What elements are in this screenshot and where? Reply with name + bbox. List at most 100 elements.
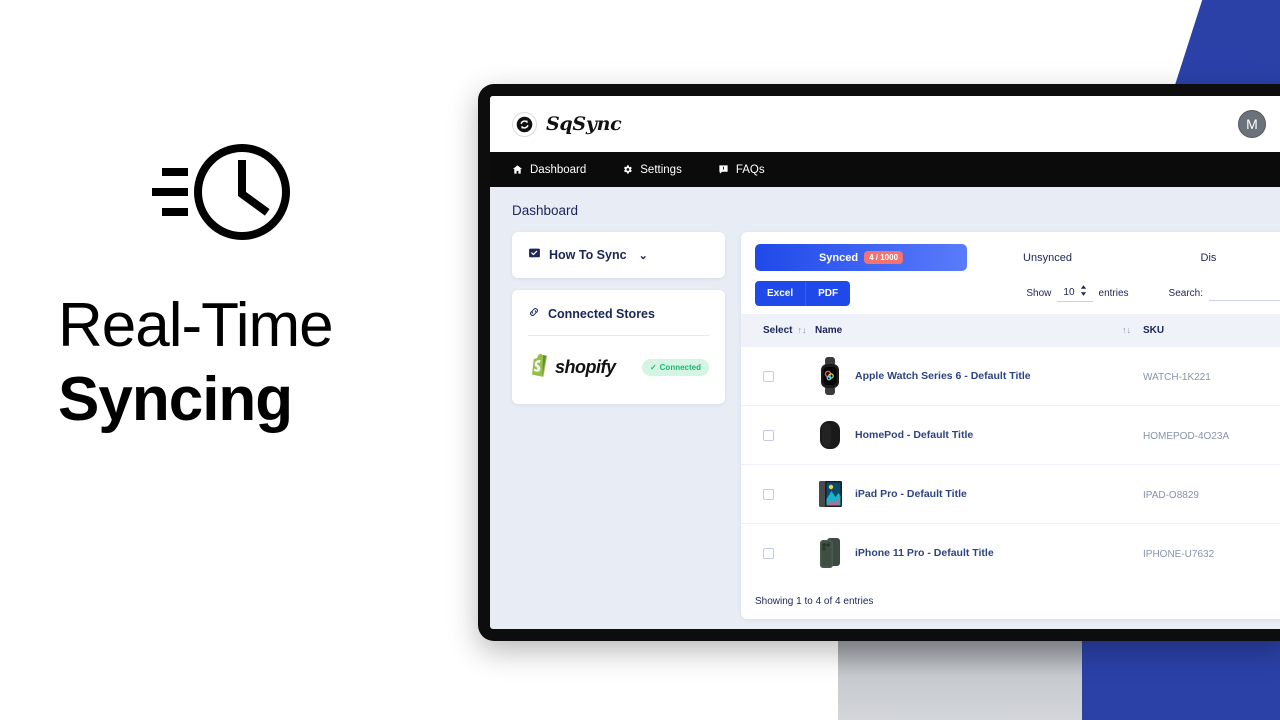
row-select-cell bbox=[741, 524, 815, 583]
sort-icon: ↑↓ bbox=[797, 325, 807, 335]
stepper-icon bbox=[1080, 285, 1087, 299]
shopify-bag-icon bbox=[528, 352, 550, 382]
row-checkbox[interactable] bbox=[763, 429, 774, 441]
link-icon bbox=[528, 306, 540, 321]
table-row[interactable]: HomePod - Default Title HOMEPOD-4O23A bbox=[741, 405, 1280, 465]
row-select-cell bbox=[741, 347, 815, 406]
connected-stores-title: Connected Stores bbox=[528, 306, 709, 321]
column-header-sku-label: SKU bbox=[1143, 325, 1165, 336]
table-row[interactable]: iPad Pro - Default Title IPAD-O8829 bbox=[741, 464, 1280, 524]
homepod-thumb bbox=[815, 416, 845, 454]
products-table: Select ↑↓ Name ↑↓ SKU Apple Watch Series… bbox=[741, 314, 1280, 582]
page-title: Dashboard bbox=[512, 203, 579, 218]
status-badge: ✓ Connected bbox=[641, 358, 709, 376]
entries-select-value: 10 bbox=[1063, 286, 1075, 298]
row-sku-cell: IPHONE-U7632 bbox=[1143, 524, 1280, 583]
screen: SqSync M Dashboard Settings FAQs Dashboa… bbox=[490, 96, 1280, 629]
export-pdf-button[interactable]: PDF bbox=[805, 281, 851, 306]
row-select-cell bbox=[741, 405, 815, 465]
check-icon: ✓ bbox=[649, 362, 657, 372]
nav-item-settings-label: Settings bbox=[640, 163, 682, 176]
poster-canvas: Real-Time Syncing SqSync M Dashboard Set… bbox=[0, 0, 1280, 720]
dashboard-content: Dashboard How To Sync ⌄ Connected Stores… bbox=[490, 187, 1280, 629]
show-label: Show bbox=[1026, 288, 1052, 299]
product-name: HomePod - Default Title bbox=[855, 429, 974, 441]
chevron-down-icon[interactable]: ⌄ bbox=[639, 249, 648, 262]
monitor-stand bbox=[838, 641, 1082, 720]
table-toolbar: Excel PDF Show 10 entries Search: bbox=[741, 271, 1280, 314]
column-header-name[interactable]: Name ↑↓ bbox=[815, 314, 1143, 347]
row-sku-cell: IPAD-O8829 bbox=[1143, 464, 1280, 524]
product-sku: WATCH-1K221 bbox=[1143, 372, 1211, 383]
search-label: Search: bbox=[1168, 288, 1203, 299]
nav-item-settings[interactable]: Settings bbox=[622, 164, 682, 176]
checkbox-check-icon bbox=[528, 247, 541, 263]
row-sku-cell: HOMEPOD-4O23A bbox=[1143, 405, 1280, 465]
export-buttons: Excel PDF bbox=[755, 281, 851, 306]
hero-title-line1: Real-Time bbox=[58, 291, 334, 360]
hero-title: Real-Time Syncing bbox=[58, 295, 458, 431]
tab-disabled[interactable]: Dis bbox=[1128, 245, 1280, 271]
export-excel-button[interactable]: Excel bbox=[755, 281, 806, 306]
tab-synced-count: 4 / 1000 bbox=[864, 251, 904, 264]
connected-stores-label: Connected Stores bbox=[548, 306, 655, 321]
connected-stores-card: Connected Stores shopify ✓ Connected bbox=[512, 290, 725, 404]
main-nav: Dashboard Settings FAQs bbox=[490, 152, 1280, 187]
avatar[interactable]: M bbox=[1238, 110, 1266, 138]
row-checkbox[interactable] bbox=[763, 370, 774, 382]
row-name-cell: iPhone 11 Pro - Default Title bbox=[815, 524, 1143, 583]
product-sku: IPAD-O8829 bbox=[1143, 490, 1199, 501]
products-column: Synced 4 / 1000 Unsynced Dis Excel PDF S… bbox=[741, 232, 1280, 619]
table-row[interactable]: iPhone 11 Pro - Default Title IPHONE-U76… bbox=[741, 524, 1280, 583]
table-header-row: Select ↑↓ Name ↑↓ SKU bbox=[741, 314, 1280, 347]
how-to-sync-card[interactable]: How To Sync ⌄ bbox=[512, 232, 725, 278]
speech-bubble-icon bbox=[718, 164, 729, 175]
brand-logo[interactable]: SqSync bbox=[512, 111, 622, 137]
nav-item-dashboard[interactable]: Dashboard bbox=[512, 164, 586, 176]
apple-watch-thumb bbox=[815, 357, 845, 395]
product-sku: HOMEPOD-4O23A bbox=[1143, 431, 1230, 442]
row-select-cell bbox=[741, 464, 815, 524]
nav-item-faqs-label: FAQs bbox=[735, 163, 765, 176]
fast-clock-icon bbox=[148, 140, 298, 244]
table-footer-info: Showing 1 to 4 of 4 entries bbox=[755, 596, 874, 607]
search-input[interactable] bbox=[1209, 286, 1280, 301]
row-checkbox[interactable] bbox=[763, 547, 774, 559]
monitor-bezel: SqSync M Dashboard Settings FAQs Dashboa… bbox=[478, 84, 1280, 641]
how-to-sync-title: How To Sync ⌄ bbox=[528, 247, 709, 263]
tab-synced-label: Synced bbox=[818, 251, 859, 264]
hero-title-line2: Syncing bbox=[58, 365, 293, 434]
table-row[interactable]: Apple Watch Series 6 - Default Title WAT… bbox=[741, 347, 1280, 406]
entries-select[interactable]: 10 bbox=[1057, 285, 1093, 302]
row-checkbox[interactable] bbox=[763, 488, 774, 500]
how-to-sync-label: How To Sync bbox=[549, 248, 627, 262]
tab-synced[interactable]: Synced 4 / 1000 bbox=[755, 244, 967, 271]
product-name: iPhone 11 Pro - Default Title bbox=[855, 547, 994, 559]
status-badge-label: Connected bbox=[659, 362, 701, 372]
home-icon bbox=[512, 164, 523, 175]
sort-icon: ↑↓ bbox=[1122, 325, 1131, 335]
product-name: Apple Watch Series 6 - Default Title bbox=[855, 370, 1031, 382]
avatar-initial: M bbox=[1246, 116, 1258, 132]
column-header-select[interactable]: Select ↑↓ bbox=[741, 314, 815, 347]
column-header-sku[interactable]: SKU bbox=[1143, 314, 1280, 347]
product-name: iPad Pro - Default Title bbox=[855, 488, 967, 500]
entries-label: entries bbox=[1098, 288, 1129, 299]
row-sku-cell: WATCH-1K221 bbox=[1143, 347, 1280, 406]
column-header-select-label: Select bbox=[763, 325, 793, 336]
nav-item-faqs[interactable]: FAQs bbox=[718, 164, 765, 176]
row-name-cell: Apple Watch Series 6 - Default Title bbox=[815, 347, 1143, 406]
sidebar-column: How To Sync ⌄ Connected Stores shopify ✓… bbox=[512, 232, 725, 619]
hero-panel: Real-Time Syncing bbox=[0, 0, 470, 720]
tab-unsynced[interactable]: Unsynced bbox=[967, 245, 1128, 271]
nav-item-dashboard-label: Dashboard bbox=[530, 163, 587, 176]
shopify-brand: shopify bbox=[528, 352, 616, 382]
search-control: Search: bbox=[1168, 286, 1280, 301]
gear-icon bbox=[622, 164, 633, 175]
app-header: SqSync M bbox=[490, 96, 1280, 152]
divider bbox=[528, 335, 709, 336]
ipad-pro-thumb bbox=[815, 475, 845, 513]
sync-circle-icon bbox=[512, 111, 537, 137]
tab-unsynced-label: Unsynced bbox=[1023, 251, 1072, 264]
sync-status-tabs: Synced 4 / 1000 Unsynced Dis bbox=[741, 244, 1280, 271]
